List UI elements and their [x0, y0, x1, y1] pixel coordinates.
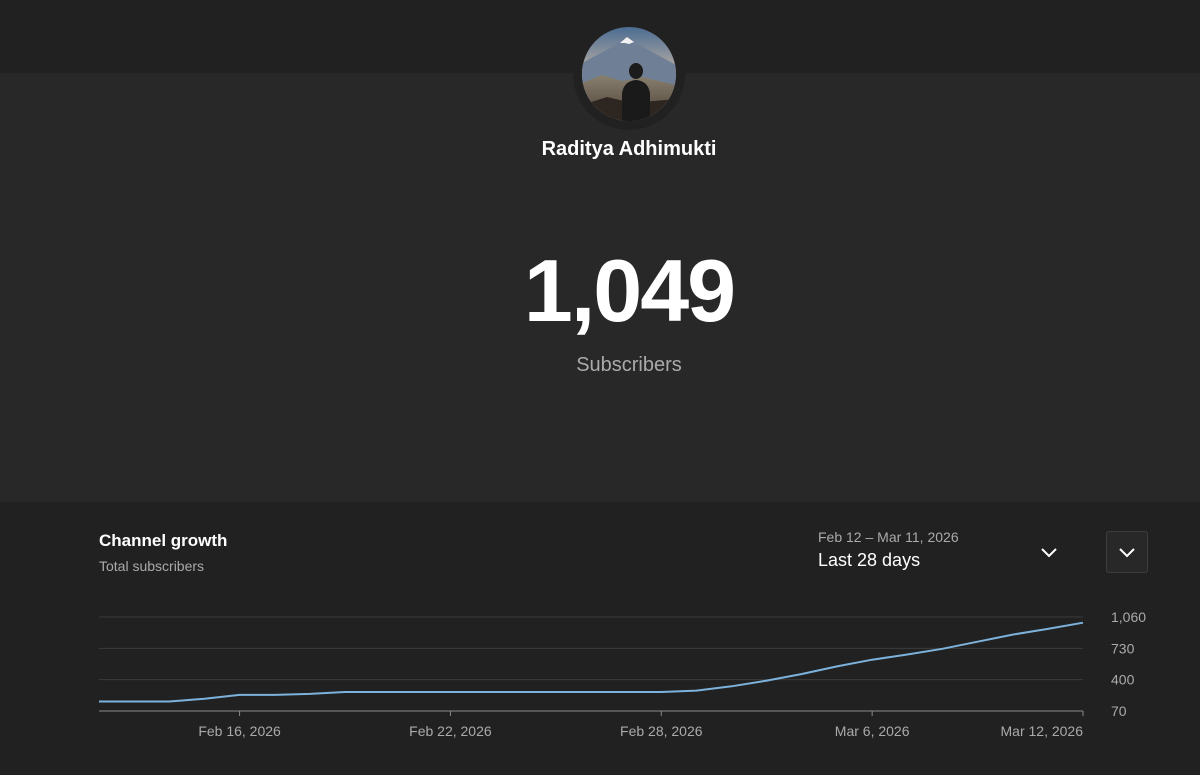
x-tick-label: Mar 12, 2026	[1001, 723, 1084, 739]
x-tick-label: Mar 6, 2026	[835, 723, 910, 739]
y-tick-label: 400	[1111, 672, 1135, 688]
x-tick-label: Feb 28, 2026	[620, 723, 703, 739]
y-tick-label: 730	[1111, 640, 1135, 656]
subscriber-growth-chart: 1,060 730 400 70 Feb 16, 2026 Feb 22, 2026 Feb…	[99, 609, 1146, 739]
x-tick-label: Feb 22, 2026	[409, 723, 492, 739]
series-line[interactable]	[99, 621, 1084, 703]
y-tick-label: 70	[1111, 703, 1127, 719]
x-tick-label: Feb 16, 2026	[198, 723, 281, 739]
y-tick-label: 1,060	[1111, 609, 1146, 625]
